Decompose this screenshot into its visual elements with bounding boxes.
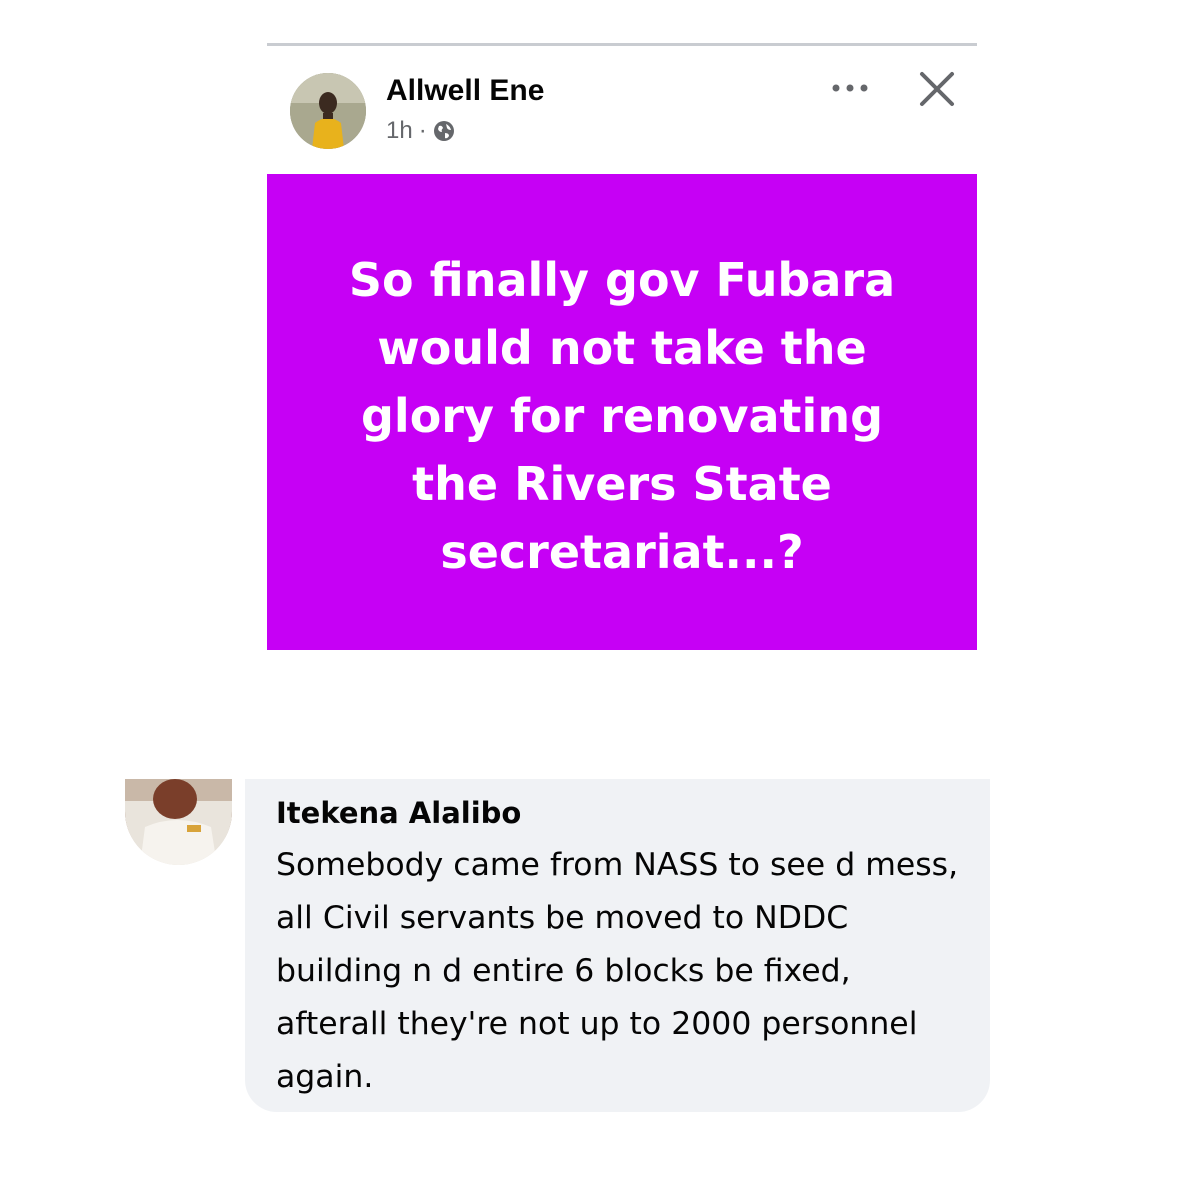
post-author-avatar[interactable] (290, 73, 366, 149)
globe-icon (433, 120, 455, 142)
post-time[interactable]: 1h (386, 117, 413, 145)
comment-bubble: Itekena Alalibo Somebody came from NASS … (245, 779, 990, 1112)
comment-author-name[interactable]: Itekena Alalibo (276, 793, 960, 833)
close-icon (920, 72, 954, 106)
status-post-text: So finally gov Fubara would not take the… (348, 253, 896, 579)
post-meta: 1h · (386, 116, 455, 146)
more-options-button[interactable] (826, 68, 874, 108)
avatar-photo-image (125, 779, 232, 865)
comment-text: Somebody came from NASS to see d mess, a… (276, 847, 959, 1095)
comment-author-avatar[interactable] (125, 779, 232, 865)
top-divider (267, 43, 977, 46)
meta-separator: · (418, 117, 427, 144)
post-author-name[interactable]: Allwell Ene (386, 73, 544, 109)
close-button[interactable] (912, 64, 962, 114)
status-post-card[interactable]: So finally gov Fubara would not take the… (267, 174, 977, 650)
more-horizontal-icon (832, 84, 868, 92)
avatar-photo-image (290, 73, 366, 149)
